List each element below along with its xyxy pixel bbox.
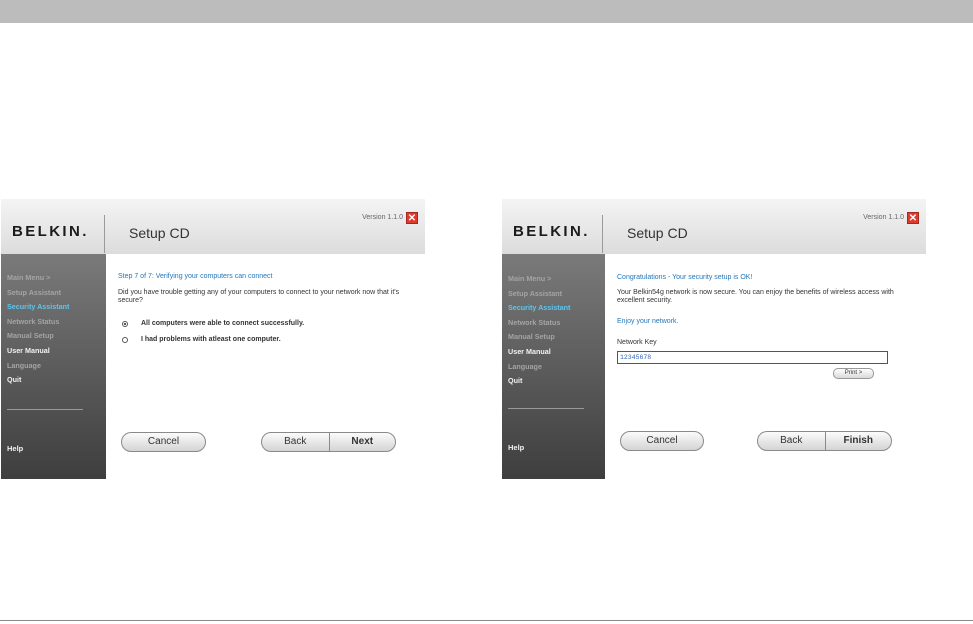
- sidebar-item-setup-assistant[interactable]: Setup Assistant: [508, 287, 570, 302]
- sidebar: Main Menu > Setup Assistant Security Ass…: [502, 254, 605, 479]
- cancel-button[interactable]: Cancel: [121, 432, 206, 452]
- enjoy-text: Enjoy your network.: [617, 318, 679, 325]
- version-label: Version 1.1.0: [863, 214, 904, 221]
- option-label: I had problems with atleast one computer…: [141, 336, 281, 343]
- close-icon[interactable]: ✕: [406, 212, 418, 224]
- sidebar-item-quit[interactable]: Quit: [508, 374, 570, 389]
- back-button[interactable]: Back: [758, 432, 825, 450]
- sidebar-item-manual-setup[interactable]: Manual Setup: [508, 330, 570, 345]
- help-link[interactable]: Help: [508, 443, 524, 452]
- radio-button[interactable]: [122, 336, 128, 343]
- success-title: Congratulations - Your security setup is…: [617, 274, 753, 281]
- nav-button-group: Back Finish: [757, 431, 892, 451]
- network-key-field[interactable]: 12345678: [617, 351, 888, 364]
- belkin-logo: BELKIN.: [12, 223, 89, 240]
- back-button[interactable]: Back: [262, 433, 329, 451]
- help-link[interactable]: Help: [7, 444, 23, 453]
- sidebar-item-main-menu[interactable]: Main Menu >: [508, 272, 570, 287]
- sidebar-item-main-menu[interactable]: Main Menu >: [7, 271, 69, 286]
- sidebar-item-language[interactable]: Language: [7, 359, 69, 374]
- close-icon[interactable]: ✕: [907, 212, 919, 224]
- belkin-logo: BELKIN.: [513, 223, 590, 240]
- radio-button-checked[interactable]: [122, 320, 128, 327]
- sidebar-item-manual-setup[interactable]: Manual Setup: [7, 329, 69, 344]
- sidebar-item-setup-assistant[interactable]: Setup Assistant: [7, 286, 69, 301]
- finish-button[interactable]: Finish: [824, 432, 892, 450]
- question-text: Did you have trouble getting any of your…: [118, 289, 400, 304]
- sidebar-divider: [508, 408, 584, 409]
- top-header-bar: [0, 0, 973, 23]
- content-area: Congratulations - Your security setup is…: [605, 254, 926, 479]
- sidebar-item-network-status[interactable]: Network Status: [7, 315, 69, 330]
- next-button[interactable]: Next: [328, 433, 396, 451]
- sidebar-menu: Main Menu > Setup Assistant Security Ass…: [7, 271, 69, 388]
- window-title: Setup CD: [627, 225, 688, 241]
- nav-button-group: Back Next: [261, 432, 396, 452]
- header-divider: [104, 215, 105, 253]
- content-area: Step 7 of 7: Verifying your computers ca…: [106, 254, 425, 479]
- header-divider: [602, 215, 603, 253]
- sidebar-item-quit[interactable]: Quit: [7, 373, 69, 388]
- version-label: Version 1.1.0: [362, 214, 403, 221]
- sidebar-menu: Main Menu > Setup Assistant Security Ass…: [508, 272, 570, 389]
- sidebar-item-network-status[interactable]: Network Status: [508, 316, 570, 331]
- print-button[interactable]: Print >: [833, 368, 874, 379]
- sidebar-item-language[interactable]: Language: [508, 360, 570, 375]
- option-label: All computers were able to connect succe…: [141, 320, 305, 327]
- window-header: BELKIN. Setup CD Version 1.1.0 ✕: [1, 199, 425, 254]
- sidebar: Main Menu > Setup Assistant Security Ass…: [1, 254, 106, 479]
- sidebar-item-user-manual[interactable]: User Manual: [508, 345, 570, 360]
- setup-window-step7: BELKIN. Setup CD Version 1.1.0 ✕ Main Me…: [1, 199, 425, 479]
- window-header: BELKIN. Setup CD Version 1.1.0 ✕: [502, 199, 926, 254]
- network-key-label: Network Key: [617, 339, 657, 346]
- sidebar-item-security-assistant[interactable]: Security Assistant: [508, 301, 570, 316]
- sidebar-item-user-manual[interactable]: User Manual: [7, 344, 69, 359]
- step-title: Step 7 of 7: Verifying your computers ca…: [118, 273, 273, 280]
- window-title: Setup CD: [129, 225, 190, 241]
- sidebar-divider: [7, 409, 83, 410]
- sidebar-item-security-assistant[interactable]: Security Assistant: [7, 300, 69, 315]
- option-problems[interactable]: I had problems with atleast one computer…: [122, 336, 281, 343]
- bottom-divider: [0, 620, 973, 621]
- cancel-button[interactable]: Cancel: [620, 431, 704, 451]
- setup-window-complete: BELKIN. Setup CD Version 1.1.0 ✕ Main Me…: [502, 199, 926, 479]
- option-connected[interactable]: All computers were able to connect succe…: [122, 320, 304, 327]
- success-message: Your Belkin54g network is now secure. Yo…: [617, 289, 894, 304]
